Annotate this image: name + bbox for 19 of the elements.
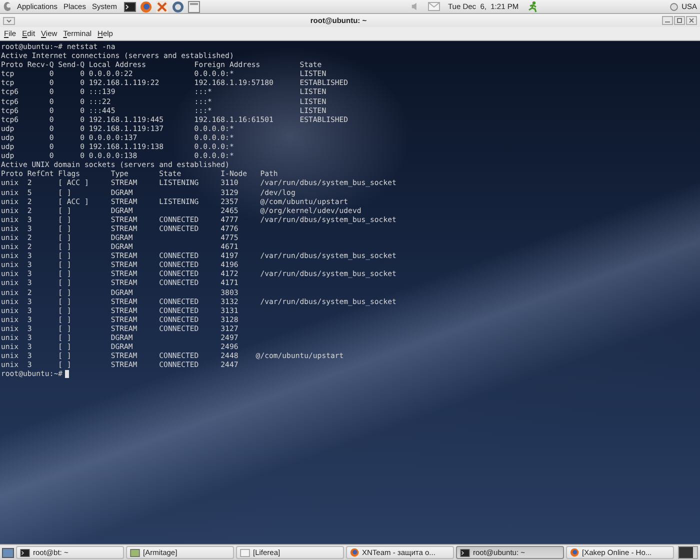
close-icon[interactable] [686,16,697,25]
terminal-area[interactable] [0,41,700,544]
terminal-icon [460,548,470,556]
workspace-switcher[interactable] [678,546,698,559]
globe-icon [350,548,359,557]
maximize-icon[interactable] [674,16,685,25]
app-icon [130,548,140,556]
globe-icon [570,548,579,557]
minimize-icon[interactable] [662,16,673,25]
window-menu-icon[interactable] [3,16,15,24]
terminal-icon [20,548,30,556]
show-desktop-icon[interactable] [2,548,14,558]
globe-icon[interactable] [140,0,152,12]
terminal-icon[interactable] [124,2,136,12]
running-figure-icon[interactable] [526,0,539,12]
text-cursor [64,370,69,378]
window-icon[interactable] [188,0,200,12]
envelope-icon[interactable] [428,2,440,11]
window-icon [240,548,250,556]
